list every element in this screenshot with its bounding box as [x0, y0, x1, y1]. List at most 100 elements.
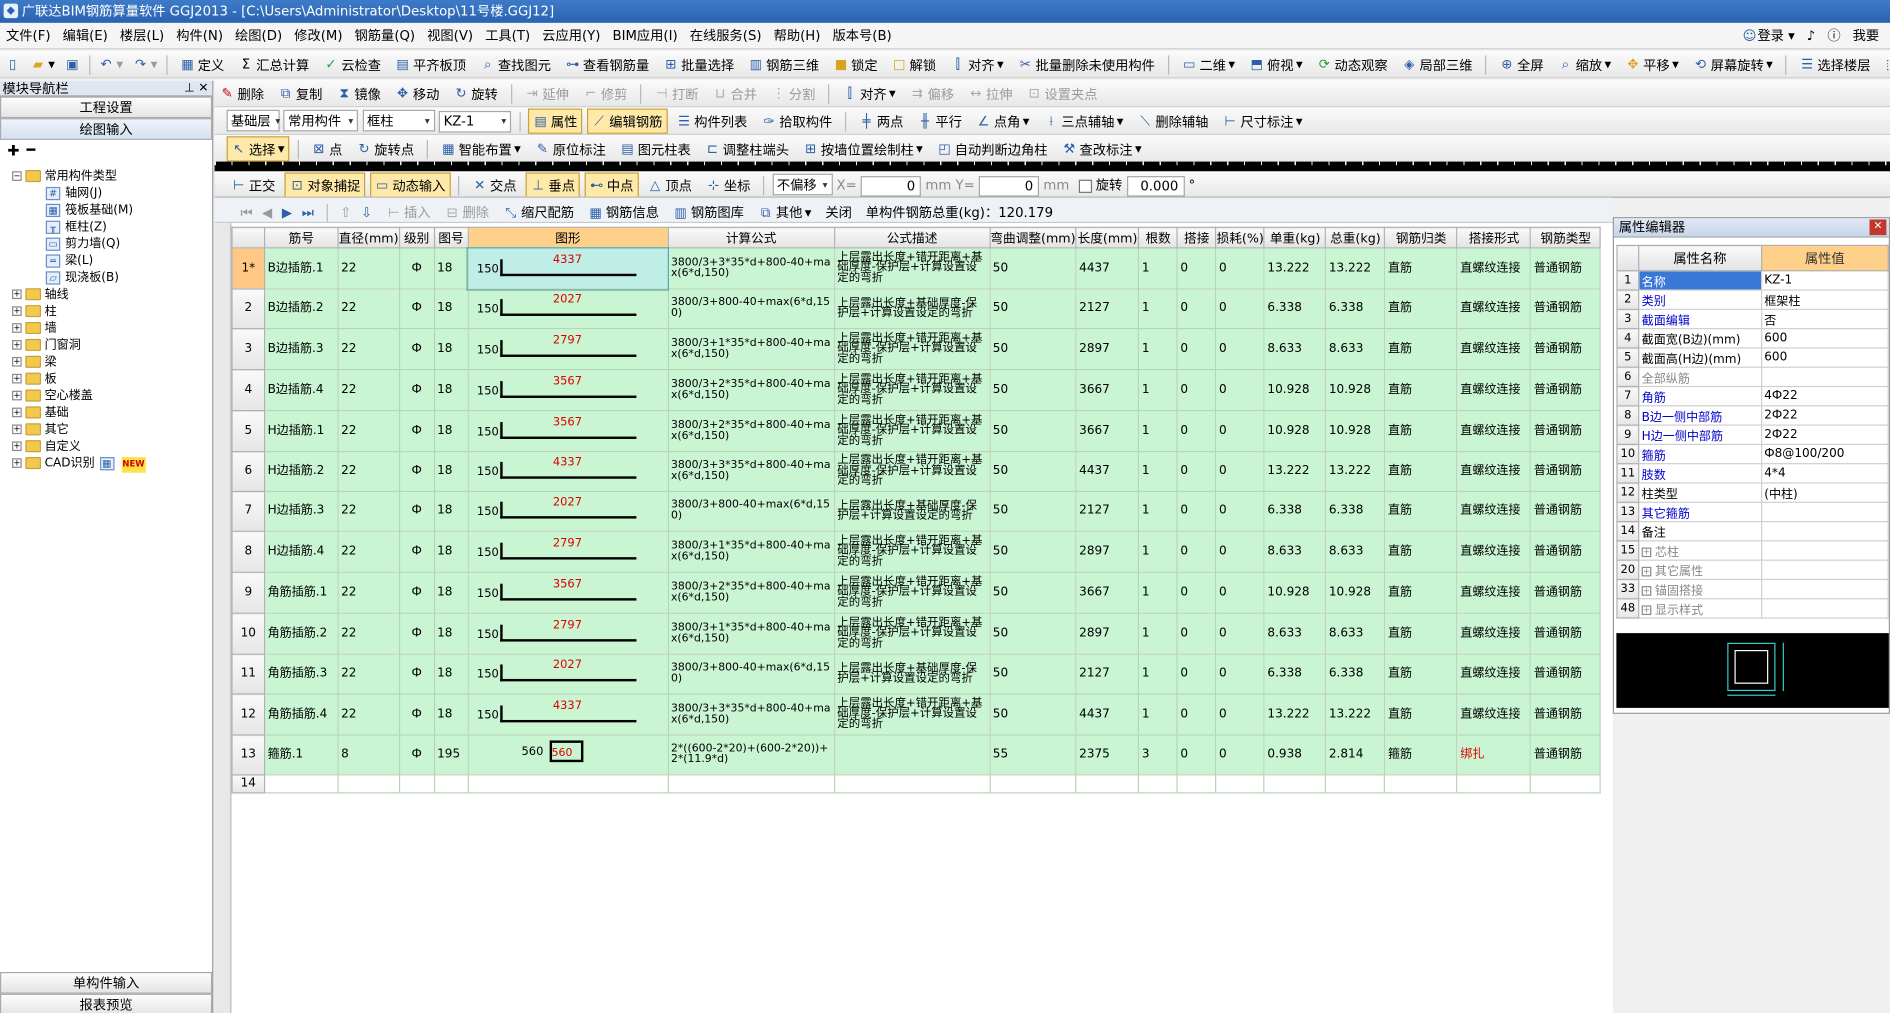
offset-button[interactable]: ⇉ 偏移 [905, 81, 959, 106]
summary-calc-button[interactable]: Σ 汇总计算 [233, 52, 314, 77]
cell-lap-form[interactable]: 直螺纹连接 [1456, 410, 1532, 453]
cell-lap[interactable]: 0 [1176, 653, 1217, 695]
two-point-button[interactable]: ╪ 两点 [854, 109, 908, 134]
cell-figure[interactable]: 150 4337 [466, 246, 670, 291]
drawing-input-button[interactable]: 绘图输入 [0, 118, 213, 140]
smart-layout-dropdown[interactable]: ▦ 智能布置 ▾ [436, 136, 526, 161]
property-row[interactable]: 1 名称 KZ-1 [1616, 270, 1889, 291]
expand-icon[interactable]: + [1641, 547, 1652, 558]
cell-grade[interactable]: Ф [398, 247, 435, 290]
col-header-count[interactable]: 根数 [1138, 226, 1179, 249]
cell-unit-weight[interactable]: 6.338 [1263, 490, 1327, 532]
cell-formula-desc[interactable]: 上层露出长度+错开距离+基础厚度-保护层+计算设置设定的弯折 [833, 247, 991, 290]
property-row[interactable]: 8 B边一侧中部筋 2Ф22 [1616, 405, 1889, 426]
col-header-loss[interactable]: 损耗(%) [1215, 226, 1266, 249]
cell-rebar-type[interactable]: 普通钢筋 [1530, 693, 1602, 736]
property-value[interactable]: 4Ф22 [1760, 385, 1889, 407]
property-name[interactable]: 截面编辑 [1638, 308, 1762, 330]
login-link[interactable]: ☺登录 ▾ [1736, 23, 1801, 50]
tree-root[interactable]: − 常用构件类型 [12, 169, 117, 185]
property-value[interactable]: 否 [1760, 308, 1889, 330]
move-down-button[interactable]: ⇩ [356, 200, 377, 222]
cell-count[interactable]: 1 [1138, 693, 1179, 736]
cell-rebar-type[interactable]: 普通钢筋 [1530, 288, 1602, 330]
cell-formula[interactable]: 3800/3+2*35*d+800-40+max(6*d,150) [667, 410, 835, 453]
cell-bend-adjust[interactable]: 50 [989, 288, 1077, 330]
property-name[interactable]: B边一侧中部筋 [1638, 405, 1762, 426]
cell-length[interactable]: 4437 [1075, 693, 1140, 736]
cell-unit-weight[interactable]: 8.633 [1263, 612, 1327, 655]
cell-category[interactable]: 直筋 [1384, 328, 1458, 371]
property-value[interactable] [1760, 501, 1889, 523]
cell-unit-weight[interactable]: 13.222 [1263, 451, 1327, 493]
view-rebar-qty-button[interactable]: ⊶ 查看钢筋量 [560, 52, 654, 77]
cell-grade[interactable]: Ф [398, 693, 435, 736]
cell-rebar-type[interactable]: 普通钢筋 [1530, 571, 1602, 614]
row-number[interactable]: 3 [231, 328, 266, 371]
col-header-rebar-type[interactable]: 钢筋类型 [1530, 226, 1602, 249]
cell-total-weight[interactable]: 6.338 [1325, 490, 1386, 532]
report-preview-button[interactable]: 报表预览 [0, 993, 213, 1013]
delete-button[interactable]: ✎ 删除 [215, 81, 269, 106]
property-row[interactable]: 20 + 其它属性 [1616, 559, 1889, 581]
cell-formula[interactable]: 3800/3+800-40+max(6*d,150) [667, 490, 835, 532]
collapse-all-icon[interactable]: ━ [27, 141, 36, 158]
cell-category[interactable]: 直筋 [1384, 530, 1458, 573]
scale-rebar-button[interactable]: ⤡ 缩尺配筋 [498, 200, 579, 222]
cell-fig-no[interactable]: 18 [433, 571, 469, 614]
col-header-unit-weight[interactable]: 单重(kg) [1263, 226, 1327, 249]
cell-grade[interactable]: Ф [398, 571, 435, 614]
next-record-button[interactable]: ▶ [277, 200, 297, 222]
three-point-axis-dropdown[interactable]: ⟊ 三点辅轴 ▾ [1038, 109, 1128, 134]
tree-item-shear-wall[interactable]: ▭ 剪力墙(Q) [45, 236, 120, 252]
property-name[interactable]: 截面高(H边)(mm) [1638, 347, 1762, 368]
cell-fig-no[interactable]: 18 [433, 410, 469, 453]
cell-category[interactable]: 直筋 [1384, 247, 1458, 290]
property-value[interactable]: (中柱) [1760, 482, 1889, 503]
cell-figure[interactable]: 150 2797 [467, 530, 669, 573]
delete-aux-axis-button[interactable]: ⟍ 删除辅轴 [1133, 109, 1214, 134]
menu-cloud[interactable]: 云应用(Y) [536, 23, 606, 50]
property-row[interactable]: 12 柱类型 (中柱) [1616, 482, 1889, 503]
table-row[interactable]: 5 H边插筋.1 22 Ф 18 150 3567 3800/3+2*35*d+8… [231, 410, 1602, 453]
define-button[interactable]: ▦ 定义 [175, 52, 229, 77]
cell-total-weight[interactable]: 8.633 [1325, 328, 1386, 371]
tree-item-axis-grid[interactable]: # 轴网(J) [45, 186, 102, 202]
cell-length[interactable]: 3667 [1075, 571, 1140, 614]
tree-item-raft[interactable]: ▦ 筏板基础(M) [45, 203, 133, 219]
property-value[interactable]: 2Ф22 [1760, 405, 1889, 426]
cell-formula[interactable]: 3800/3+1*35*d+800-40+max(6*d,150) [667, 328, 835, 371]
cell-bend-adjust[interactable]: 50 [989, 247, 1077, 290]
merge-button[interactable]: ⊔ 合并 [708, 81, 762, 106]
property-name[interactable]: + 芯柱 [1638, 540, 1762, 561]
vertex-toggle[interactable]: △ 顶点 [642, 172, 696, 196]
move-button[interactable]: ✥ 移动 [390, 81, 444, 106]
cell-bend-adjust[interactable]: 50 [989, 410, 1077, 453]
cell-total-weight[interactable]: 8.633 [1325, 612, 1386, 655]
empty-cell[interactable] [1384, 774, 1458, 794]
component-select[interactable]: KZ-1 ▾ [438, 110, 512, 133]
cell-formula[interactable]: 3800/3+2*35*d+800-40+max(6*d,150) [667, 571, 835, 614]
mirror-button[interactable]: ⧗ 镜像 [331, 81, 385, 106]
cell-bend-adjust[interactable]: 50 [989, 451, 1077, 493]
menu-floor[interactable]: 楼层(L) [114, 23, 170, 50]
cell-figure[interactable]: 560 560 [467, 734, 669, 776]
column-table-button[interactable]: ▤ 图元柱表 [615, 136, 696, 161]
cell-lap[interactable]: 0 [1176, 451, 1217, 493]
cell-fig-no[interactable]: 18 [433, 490, 469, 532]
tree-folder-beam[interactable]: + 梁 [12, 355, 57, 371]
cell-bend-adjust[interactable]: 50 [989, 369, 1077, 412]
cell-category[interactable]: 直筋 [1384, 490, 1458, 532]
cell-figure[interactable]: 150 4337 [467, 693, 669, 736]
empty-cell[interactable] [1530, 774, 1602, 794]
cell-bend-adjust[interactable]: 50 [989, 328, 1077, 371]
cell-total-weight[interactable]: 10.928 [1325, 571, 1386, 614]
menu-online[interactable]: 在线服务(S) [684, 23, 768, 50]
dynamic-input-toggle[interactable]: ▭ 动态输入 [369, 172, 451, 197]
table-row[interactable]: 11 角筋插筋.3 22 Ф 18 150 2027 3800/3+800-40+… [231, 653, 1602, 695]
cell-count[interactable]: 1 [1138, 612, 1179, 655]
cell-rebar-type[interactable]: 普通钢筋 [1530, 328, 1602, 371]
menu-rebar[interactable]: 钢筋量(Q) [349, 23, 422, 50]
cell-total-weight[interactable]: 6.338 [1325, 653, 1386, 695]
cell-fig-no[interactable]: 18 [433, 369, 469, 412]
